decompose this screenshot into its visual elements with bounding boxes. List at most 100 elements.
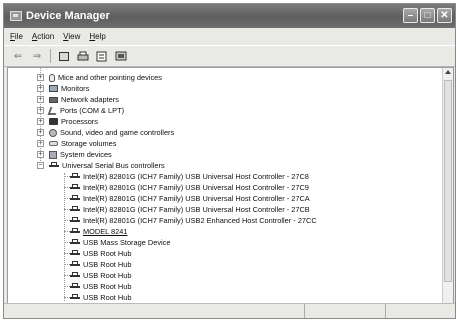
usb-device-item[interactable]: USB Root Hub <box>64 259 131 270</box>
usb-device-item[interactable]: Intel(R) 82801G (ICH7 Family) USB Univer… <box>64 182 309 193</box>
menu-bar: File Action View Help <box>4 28 455 44</box>
sound-icon <box>49 128 57 137</box>
usb-icon <box>49 161 59 170</box>
usb-device-item[interactable]: USB Root Hub <box>64 292 131 303</box>
device-manager-app-icon <box>10 11 22 21</box>
usb-device-label: USB Root Hub <box>83 260 132 269</box>
usb-device-item[interactable]: Intel(R) 82801G (ICH7 Family) USB Univer… <box>64 204 310 215</box>
tree-item-label: Sound, video and game controllers <box>60 128 175 137</box>
scan-hardware-button[interactable] <box>113 49 129 63</box>
tree-item-label: Universal Serial Bus controllers <box>62 161 165 170</box>
show-hide-console-tree-button[interactable] <box>56 49 72 63</box>
tree-item-label: Storage volumes <box>61 139 117 148</box>
storage-icon <box>49 141 58 146</box>
usb-icon <box>70 205 80 214</box>
usb-icon <box>70 260 80 269</box>
status-pane <box>305 304 386 318</box>
usb-device-label: Intel(R) 82801G (ICH7 Family) USB Univer… <box>83 172 309 181</box>
usb-device-label: Intel(R) 82801G (ICH7 Family) USB Univer… <box>83 194 310 203</box>
print-icon <box>77 51 89 60</box>
back-button[interactable]: ⇐ <box>10 49 26 63</box>
forward-button[interactable]: ⇒ <box>29 49 45 63</box>
usb-icon <box>70 271 80 280</box>
usb-device-label: Intel(R) 82801G (ICH7 Family) USB Univer… <box>83 205 310 214</box>
usb-device-item[interactable]: USB Root Hub <box>64 248 131 259</box>
port-icon <box>47 106 59 115</box>
device-tree[interactable]: + Mice and other pointing devices + Moni… <box>7 67 454 304</box>
tree-item-monitors[interactable]: + Monitors <box>37 83 89 94</box>
usb-device-item-model-8241[interactable]: MODEL 8241 <box>64 226 128 237</box>
usb-device-item[interactable]: USB Root Hub <box>64 270 131 281</box>
forward-arrow-icon: ⇒ <box>32 50 42 62</box>
toolbar-separator <box>50 49 51 63</box>
expand-toggle[interactable]: + <box>37 151 44 158</box>
monitor-icon <box>49 85 58 92</box>
properties-button[interactable] <box>94 49 110 63</box>
properties-icon <box>96 51 107 61</box>
toolbar: ⇐ ⇒ <box>4 45 455 67</box>
tree-item-ports[interactable]: + Ports (COM & LPT) <box>37 105 124 116</box>
tree-item-storage-volumes[interactable]: + Storage volumes <box>37 138 116 149</box>
usb-device-item[interactable]: Intel(R) 82801G (ICH7 Family) USB2 Enhan… <box>64 215 317 226</box>
scrollbar-thumb[interactable] <box>444 80 452 282</box>
usb-icon <box>70 216 80 225</box>
menu-view[interactable]: View <box>63 32 80 41</box>
tree-item-processors[interactable]: + Processors <box>37 116 98 127</box>
tree-item-label: Monitors <box>61 84 90 93</box>
expand-toggle[interactable]: + <box>37 118 44 125</box>
menu-action[interactable]: Action <box>32 32 54 41</box>
print-button[interactable] <box>75 49 91 63</box>
expand-toggle[interactable]: + <box>37 140 44 147</box>
back-arrow-icon: ⇐ <box>13 50 23 62</box>
expand-toggle[interactable]: + <box>37 85 44 92</box>
title-bar[interactable]: Device Manager – □ ✕ <box>4 4 455 28</box>
scan-hardware-icon <box>115 51 127 60</box>
cpu-icon <box>49 118 58 125</box>
tree-item-system-devices[interactable]: + System devices <box>37 149 112 160</box>
scroll-up-arrow-icon[interactable] <box>445 70 451 74</box>
usb-device-label: USB Root Hub <box>83 293 132 302</box>
usb-icon <box>70 238 80 247</box>
usb-device-item[interactable]: USB Root Hub <box>64 281 131 292</box>
vertical-scrollbar[interactable] <box>442 68 453 303</box>
tree-item-label: Processors <box>61 117 98 126</box>
usb-device-label: Intel(R) 82801G (ICH7 Family) USB2 Enhan… <box>83 216 317 225</box>
tree-item-network-adapters[interactable]: + Network adapters <box>37 94 119 105</box>
close-button[interactable]: ✕ <box>437 8 452 23</box>
tree-item-sound[interactable]: + Sound, video and game controllers <box>37 127 174 138</box>
caption-buttons: – □ ✕ <box>403 8 452 23</box>
usb-icon <box>70 282 80 291</box>
usb-icon <box>70 293 80 302</box>
maximize-button[interactable]: □ <box>420 8 435 23</box>
tree-item-mice[interactable]: + Mice and other pointing devices <box>37 72 162 83</box>
tree-item-label: Network adapters <box>61 95 119 104</box>
menu-help[interactable]: Help <box>89 32 105 41</box>
usb-icon <box>70 183 80 192</box>
usb-icon <box>70 249 80 258</box>
status-pane <box>4 304 305 318</box>
usb-device-item[interactable]: Intel(R) 82801G (ICH7 Family) USB Univer… <box>64 193 310 204</box>
tree-item-label: System devices <box>60 150 112 159</box>
expand-toggle[interactable]: + <box>37 74 44 81</box>
usb-device-label: USB Root Hub <box>83 282 132 291</box>
mouse-icon <box>49 73 55 82</box>
usb-icon <box>70 172 80 181</box>
menu-file[interactable]: File <box>10 32 23 41</box>
expand-toggle[interactable]: + <box>37 107 44 114</box>
usb-device-item[interactable]: USB Mass Storage Device <box>64 237 171 248</box>
usb-device-item[interactable]: Intel(R) 82801G (ICH7 Family) USB Univer… <box>64 171 309 182</box>
tree-item-label: Mice and other pointing devices <box>58 73 162 82</box>
system-icon <box>49 150 57 159</box>
usb-icon <box>70 227 80 236</box>
device-manager-window: Device Manager – □ ✕ File Action View He… <box>3 3 456 319</box>
usb-device-label: MODEL 8241 <box>83 227 128 236</box>
collapse-toggle[interactable]: − <box>37 162 44 169</box>
expand-toggle[interactable]: + <box>37 129 44 136</box>
tree-item-usb-controllers[interactable]: − Universal Serial Bus controllers <box>37 160 165 171</box>
expand-toggle[interactable]: + <box>37 96 44 103</box>
window-title: Device Manager <box>26 10 110 22</box>
usb-device-label: USB Mass Storage Device <box>83 238 171 247</box>
usb-device-label: USB Root Hub <box>83 249 132 258</box>
minimize-button[interactable]: – <box>403 8 418 23</box>
status-bar <box>4 303 455 318</box>
